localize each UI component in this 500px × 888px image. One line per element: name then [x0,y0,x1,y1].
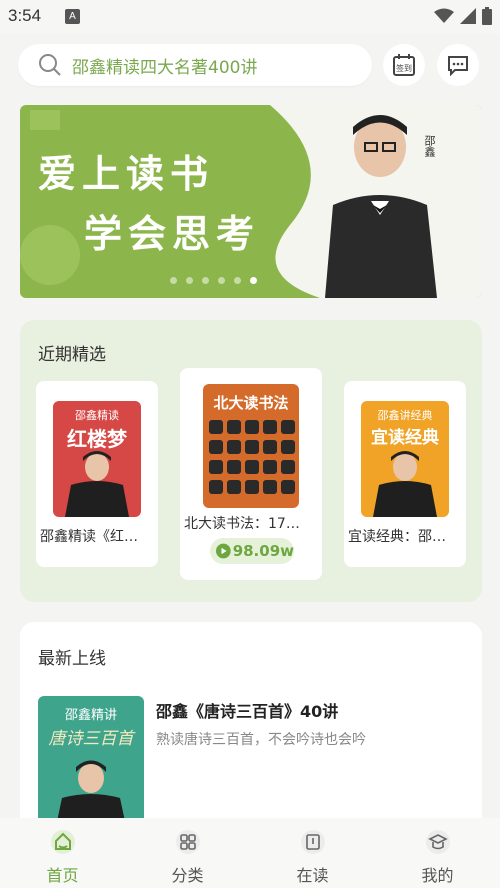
new-item-description: 熟读唐诗三百首，不会吟诗也会吟 [156,732,366,748]
search-placeholder: 邵鑫精读四大名著400讲 [72,57,258,78]
status-bar: 3:54 A [0,0,500,34]
search-icon [39,54,61,76]
author-portrait [373,451,437,517]
bottom-tab-bar: 首页 分类 在读 我的 [0,818,500,888]
tab-profile[interactable]: 我的 [375,818,500,888]
grid-icon [174,828,202,856]
tab-label: 首页 [46,866,79,885]
play-icon [216,543,231,559]
banner-dot [170,277,177,284]
book-icon [299,828,327,856]
author-portrait [56,760,126,826]
book-name: 北大读书法：17… [184,516,300,532]
new-cover-title: 唐诗三百首 [48,729,134,749]
app-notification-icon: A [65,9,80,24]
banner-line2: 学会思考 [84,211,261,256]
tab-reading[interactable]: 在读 [250,818,375,888]
signin-label: 签到 [396,63,412,73]
tab-label: 分类 [171,866,204,885]
message-button[interactable] [437,44,479,86]
new-release-section: 最新上线 邵鑫精讲 唐诗三百首 邵鑫《唐诗三百首》40讲 熟读唐诗三百首，不会吟… [20,622,482,842]
book-card-featured[interactable]: 北大读书法 北大读书法：17… 98.09w [180,368,322,580]
banner-pagination [170,277,257,284]
book-name: 宜读经典：邵… [348,529,446,545]
tab-home[interactable]: 首页 [0,818,125,888]
status-time: 3:54 [8,6,42,25]
play-count: 98.09w [232,542,294,560]
recent-picks-section: 近期精选 邵鑫精读 红楼梦 邵鑫精读《红… 北大读书法 北大读书法：17… 98… [20,320,482,602]
search-row: 邵鑫精读四大名著400讲 签到 [0,42,500,90]
banner-dot [218,277,225,284]
banner-author-name: 邵鑫 [423,135,436,157]
new-release-title: 最新上线 [38,649,106,669]
banner-line1: 爱上读书 [38,151,215,196]
book-cover-title: 宜读经典 [371,428,439,448]
book-cover: 北大读书法 [203,384,299,508]
book-cover: 邵鑫精读 红楼梦 [53,401,141,517]
recent-title: 近期精选 [38,345,106,365]
signin-button[interactable]: 签到 [383,44,425,86]
book-name: 邵鑫精读《红… [40,529,138,545]
promo-banner[interactable]: 爱上读书 学会思考 邵鑫 [20,105,482,298]
search-input[interactable]: 邵鑫精读四大名著400讲 [18,44,372,86]
book-cover-title: 北大读书法 [213,394,289,412]
status-icons [434,7,492,25]
tab-category[interactable]: 分类 [125,818,250,888]
banner-dot [234,277,241,284]
profile-icon [424,828,452,856]
book-card[interactable]: 邵鑫讲经典 宜读经典 宜读经典：邵… [344,381,466,567]
book-cover-sub: 邵鑫讲经典 [377,409,433,422]
book-card[interactable]: 邵鑫精读 红楼梦 邵鑫精读《红… [36,381,158,567]
author-portrait [65,451,129,517]
lecturers-grid [209,420,295,494]
new-cover-sub: 邵鑫精讲 [64,708,117,723]
play-count-badge: 98.09w [210,538,294,564]
new-release-cover[interactable]: 邵鑫精讲 唐诗三百首 [38,696,144,826]
new-item-title[interactable]: 邵鑫《唐诗三百首》40讲 [156,698,338,722]
battery-icon [482,7,492,25]
author-photo [325,115,437,298]
book-cover: 邵鑫讲经典 宜读经典 [361,401,449,517]
banner-dot [202,277,209,284]
banner-dot [186,277,193,284]
message-icon [448,56,468,76]
tab-label: 在读 [296,866,329,885]
book-cover-sub: 邵鑫精读 [75,409,119,422]
signal-icon [460,8,476,24]
home-icon [49,828,77,856]
tab-label: 我的 [421,866,454,885]
wifi-icon [434,8,454,23]
banner-dot-active [250,277,257,284]
calendar-icon: 签到 [393,54,415,76]
